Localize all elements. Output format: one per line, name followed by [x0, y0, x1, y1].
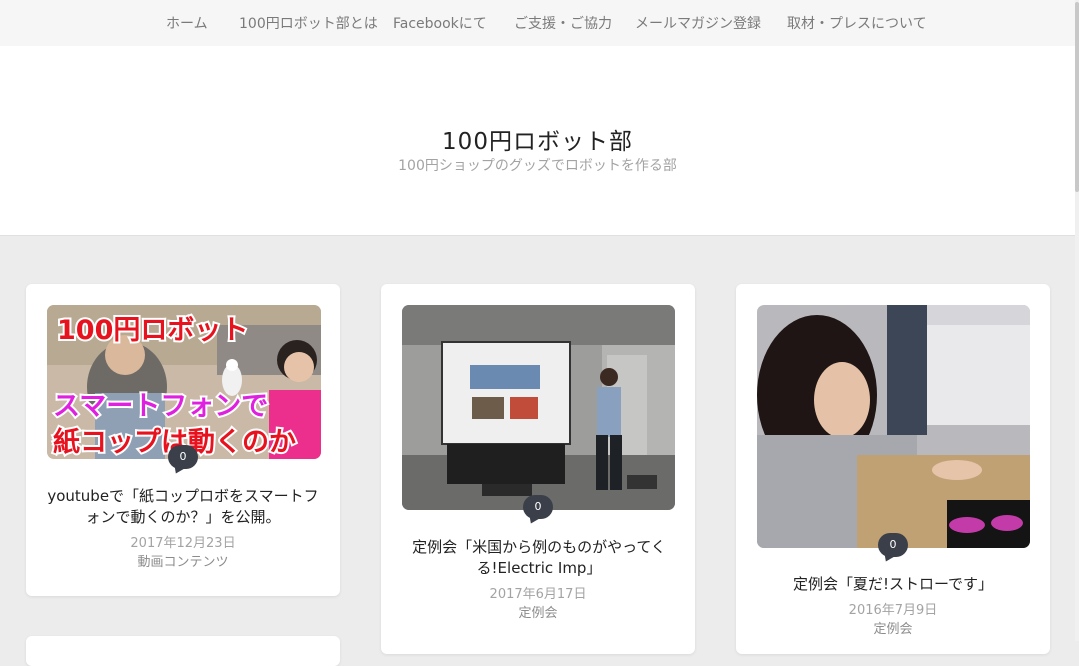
comment-count-badge[interactable]: 0 [168, 445, 198, 476]
post-card: 100円ロボット スマートフォンで 紙コップは動くのか 0 youtubeで「紙… [26, 284, 340, 596]
post-title[interactable]: 定例会「夏だ!ストローです」 [754, 574, 1032, 595]
post-thumbnail[interactable]: 100円ロボット スマートフォンで 紙コップは動くのか [47, 305, 321, 459]
bubble-tail [882, 553, 894, 564]
site-description: 100円ショップのグッズでロボットを作る部 [398, 158, 677, 174]
site-title[interactable]: 100円ロボット部 [0, 122, 1075, 156]
comment-count-badge[interactable]: 0 [523, 495, 553, 526]
post-thumbnail[interactable] [757, 305, 1030, 548]
comment-count: 0 [179, 450, 187, 463]
nav-item-newsletter[interactable]: メールマガジン登録 [635, 13, 761, 33]
workshop-photo [757, 305, 1030, 548]
comment-count: 0 [889, 538, 897, 551]
bubble-tail [527, 515, 539, 526]
post-category[interactable]: 定例会 [399, 602, 677, 621]
thumb-text-line2: スマートフォンで [53, 391, 268, 422]
post-thumbnail[interactable] [402, 305, 675, 510]
bubble-tail [172, 465, 184, 476]
post-date: 2016年7月9日 [848, 603, 938, 618]
presentation-photo [402, 305, 675, 510]
nav-item-press[interactable]: 取材・プレスについて [787, 13, 927, 33]
post-title[interactable]: 定例会「米国から例のものがやってくる!Electric Imp」 [401, 537, 677, 579]
post-date: 2017年12月23日 [130, 536, 236, 551]
top-navigation: ホーム 100円ロボット部とは Facebookにて ご支援・ご協力 メールマガ… [0, 0, 1075, 46]
post-card: 0 定例会「夏だ!ストローです」 2016年7月9日 定例会 [736, 284, 1050, 654]
comment-count-badge[interactable]: 0 [878, 533, 908, 564]
scrollbar-thumb[interactable] [1075, 2, 1079, 192]
thumb-text-line1: 100円ロボット [57, 315, 248, 346]
post-title[interactable]: youtubeで「紙コップロボをスマートフォンで動くのか？」を公開。 [44, 486, 322, 528]
post-category[interactable]: 動画コンテンツ [44, 551, 322, 570]
post-date: 2017年6月17日 [489, 587, 587, 602]
nav-item-support[interactable]: ご支援・ご協力 [514, 13, 612, 33]
youtube-thumbnail-image: 100円ロボット スマートフォンで 紙コップは動くのか [47, 305, 321, 459]
post-category[interactable]: 定例会 [754, 618, 1032, 637]
nav-item-facebook[interactable]: Facebookにて [393, 13, 487, 33]
post-card: 0 定例会「米国から例のものがやってくる!Electric Imp」 2017年… [381, 284, 695, 654]
nav-item-home[interactable]: ホーム [166, 13, 208, 33]
nav-item-about[interactable]: 100円ロボット部とは [239, 13, 378, 33]
site-header: 100円ロボット部 100円ショップのグッズでロボットを作る部 [0, 46, 1075, 236]
page-scrollbar[interactable] [1075, 0, 1079, 641]
comment-count: 0 [534, 500, 542, 513]
